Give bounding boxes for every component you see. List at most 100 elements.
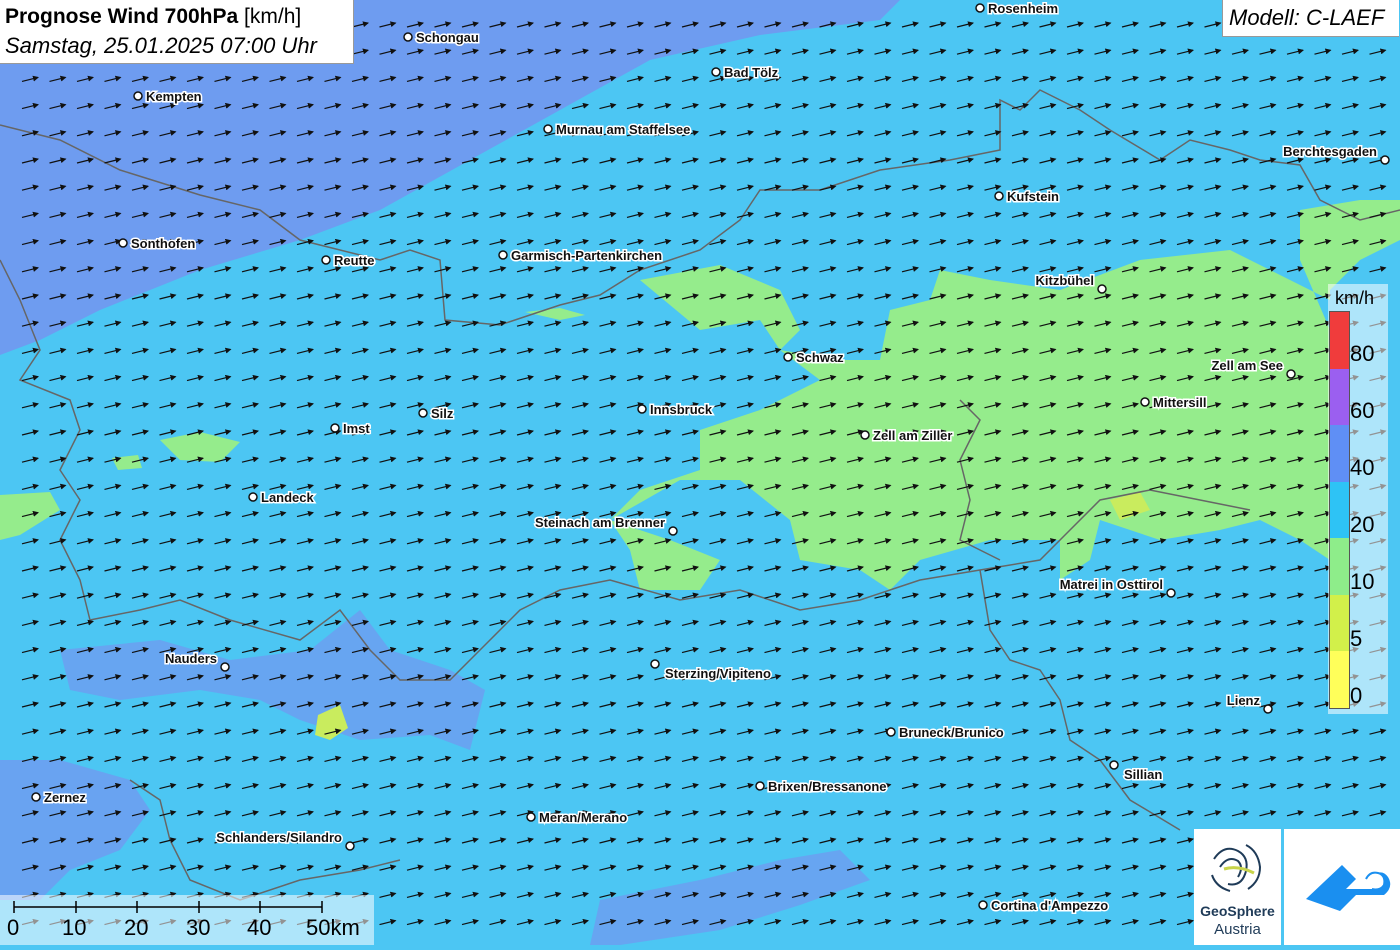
city-dot	[321, 255, 331, 265]
city-label: Imst	[343, 421, 370, 436]
city-label: Bad Tölz	[724, 65, 779, 80]
city-dot	[220, 662, 230, 672]
title-unit: [km/h]	[244, 5, 302, 28]
city-dot	[1109, 760, 1119, 770]
city-dot	[668, 526, 678, 536]
legend-label: 10	[1350, 569, 1375, 594]
city-label: Kufstein	[1007, 189, 1059, 204]
city-label: Landeck	[261, 490, 315, 505]
city-dot	[755, 781, 765, 791]
city-dot	[783, 352, 793, 362]
geosphere-country: Austria	[1214, 921, 1261, 938]
weather-app-logo[interactable]	[1284, 829, 1400, 945]
legend-swatch	[1330, 425, 1349, 482]
geosphere-name: GeoSphere	[1200, 903, 1275, 919]
model-label: Modell: C-LAEF	[1229, 5, 1385, 30]
city-dot	[1097, 284, 1107, 294]
city-dot	[975, 3, 985, 13]
city-dot	[31, 792, 41, 802]
city-marker[interactable]: Sonthofen	[118, 235, 197, 253]
scale-label-10: 10	[62, 915, 87, 940]
legend-label: 0	[1350, 683, 1363, 708]
city-dot	[1286, 369, 1296, 379]
city-dot	[133, 91, 143, 101]
city-dot	[1380, 155, 1390, 165]
city-marker[interactable]: Garmisch-Partenkirchen	[498, 247, 664, 265]
city-dot	[418, 408, 428, 418]
city-dot	[543, 124, 553, 134]
city-marker[interactable]: Brixen/Bressanone	[755, 778, 888, 796]
city-marker[interactable]: Murnau am Staffelsee	[543, 121, 692, 139]
map-subtitle: Samstag, 25.01.2025 07:00 Uhr	[5, 33, 317, 58]
city-dot	[498, 250, 508, 260]
city-dot	[860, 430, 870, 440]
legend-swatch	[1330, 481, 1349, 539]
city-dot	[650, 659, 660, 669]
city-marker[interactable]: Bruneck/Brunico	[886, 724, 1005, 742]
city-marker[interactable]: Cortina d'Ampezzo	[978, 897, 1110, 915]
city-label: Meran/Merano	[539, 810, 627, 825]
city-label: Schwaz	[796, 350, 844, 365]
city-label: Reutte	[334, 253, 374, 268]
legend-unit: km/h	[1335, 288, 1375, 308]
city-label: Zernez	[44, 790, 86, 805]
title-main: Prognose Wind 700hPa	[5, 5, 239, 28]
city-label: Silz	[431, 406, 454, 421]
legend-label: 5	[1350, 626, 1363, 651]
city-dot	[711, 67, 721, 77]
scale-label-0: 0	[7, 915, 20, 940]
city-marker[interactable]: Meran/Merano	[526, 809, 629, 827]
legend-swatch	[1330, 312, 1349, 369]
city-label: Kitzbühel	[1036, 273, 1095, 288]
legend-swatch	[1330, 651, 1349, 708]
city-label: Zell am See	[1211, 358, 1283, 373]
city-dot	[330, 423, 340, 433]
legend-label: 80	[1350, 341, 1375, 366]
city-label: Kempten	[146, 89, 202, 104]
legend-label: 20	[1350, 512, 1375, 537]
city-dot	[1263, 704, 1273, 714]
scale-label-20: 20	[124, 915, 149, 940]
city-label: Sonthofen	[131, 236, 195, 251]
legend-label: 60	[1350, 398, 1375, 423]
city-dot	[248, 492, 258, 502]
city-dot	[637, 404, 647, 414]
color-legend: km/h 80 60 40 20 10 5 0	[1328, 284, 1388, 714]
city-label: Schlanders/Silandro	[216, 830, 342, 845]
legend-swatch	[1330, 594, 1349, 652]
city-label: Cortina d'Ampezzo	[991, 898, 1108, 913]
map-title: Prognose Wind 700hPa [km/h]	[5, 5, 301, 29]
city-dot	[526, 812, 536, 822]
city-label: Lienz	[1227, 693, 1261, 708]
city-label: Steinach am Brenner	[535, 515, 665, 530]
weather-app-icon	[1306, 865, 1391, 911]
city-label: Nauders	[165, 651, 217, 666]
city-label: Sillian	[1124, 767, 1162, 782]
city-label: Sterzing/Vipiteno	[665, 666, 771, 681]
city-dot	[994, 191, 1004, 201]
legend-swatch	[1330, 538, 1349, 595]
geosphere-emblem-icon	[1211, 844, 1262, 892]
city-dot	[345, 841, 355, 851]
wind-map: Rosenheim Schongau Bad Tölz Kempten Murnau a…	[0, 0, 1400, 945]
city-label: Mittersill	[1153, 395, 1206, 410]
city-label: Garmisch-Partenkirchen	[511, 248, 662, 263]
city-marker[interactable]: Rosenheim	[975, 0, 1060, 18]
legend-bar	[1329, 311, 1350, 709]
city-label: Schongau	[416, 30, 479, 45]
city-dot	[978, 900, 988, 910]
city-dot	[403, 32, 413, 42]
city-marker[interactable]: Innsbruck	[637, 401, 714, 419]
scale-label-30: 30	[186, 915, 211, 940]
scale-label-50km: 50km	[306, 915, 360, 940]
city-dot	[886, 727, 896, 737]
title-panel: Prognose Wind 700hPa [km/h] Samstag, 25.…	[0, 0, 354, 64]
scale-bar: 0 10 20 30 40 50km	[0, 895, 374, 945]
city-label: Matrei in Osttirol	[1060, 577, 1163, 592]
city-dot	[1140, 397, 1150, 407]
city-marker[interactable]: Schongau	[403, 29, 480, 47]
scale-label-40: 40	[247, 915, 272, 940]
legend-label: 40	[1350, 455, 1375, 480]
geosphere-logo[interactable]: GeoSphere Austria	[1194, 829, 1281, 945]
city-marker[interactable]: Zell am Ziller	[860, 427, 954, 445]
